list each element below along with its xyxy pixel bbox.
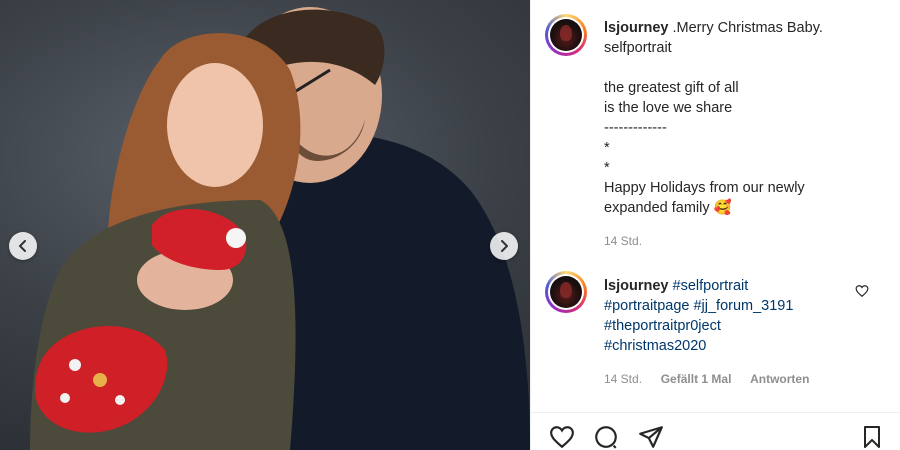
caption-line: selfportrait [604,40,672,56]
instagram-post-view: lsjourney .Merry Christmas Baby. selfpor… [0,0,900,450]
comment-timestamp[interactable]: 14 Std. [604,372,642,386]
next-photo-button[interactable] [490,232,518,260]
comment-username[interactable]: lsjourney [604,278,668,294]
divider [530,412,900,413]
comment-icon[interactable] [592,424,620,450]
caption-first-line: .Merry Christmas Baby. [668,20,823,36]
post-photo [30,7,530,450]
smiling-face-hearts-emoji: 🥰 [713,200,732,216]
caption-line: * [604,160,610,176]
avatar[interactable] [545,14,587,56]
hashtag-link[interactable]: #selfportrait [673,278,749,294]
caption-line [604,58,823,78]
caption-line: the greatest gift of all [604,80,739,96]
bookmark-icon[interactable] [860,424,884,450]
comment-text: lsjourney #selfportrait #portraitpage #j… [604,276,793,356]
heart-icon[interactable] [855,284,869,298]
post-media [0,0,530,450]
reply-button[interactable]: Antworten [750,372,809,386]
post-caption: lsjourney .Merry Christmas Baby. selfpor… [604,18,823,218]
comment-meta: 14 Std. Gefällt 1 Mal Antworten [604,372,809,386]
caption-line: ------------- [604,120,667,136]
comment-like-count[interactable]: Gefällt 1 Mal [661,372,732,386]
post-timestamp[interactable]: 14 Std. [604,234,642,248]
previous-photo-button[interactable] [9,232,37,260]
caption-line: * [604,140,610,156]
caption-line: is the love we share [604,100,733,116]
hashtag-link[interactable]: #portraitpage #jj_forum_3191 [604,296,793,316]
like-button[interactable] [548,424,576,450]
comment-avatar[interactable] [545,271,587,313]
hashtag-link[interactable]: #theportraitpr0ject [604,316,793,336]
chevron-left-icon [19,240,26,252]
hashtag-link[interactable]: #christmas2020 [604,336,793,356]
caption-line: expanded family [604,200,710,216]
caption-username[interactable]: lsjourney [604,20,668,36]
paper-plane-icon[interactable] [637,424,665,450]
chevron-right-icon [501,240,508,252]
caption-line: Happy Holidays from our newly [604,180,805,196]
